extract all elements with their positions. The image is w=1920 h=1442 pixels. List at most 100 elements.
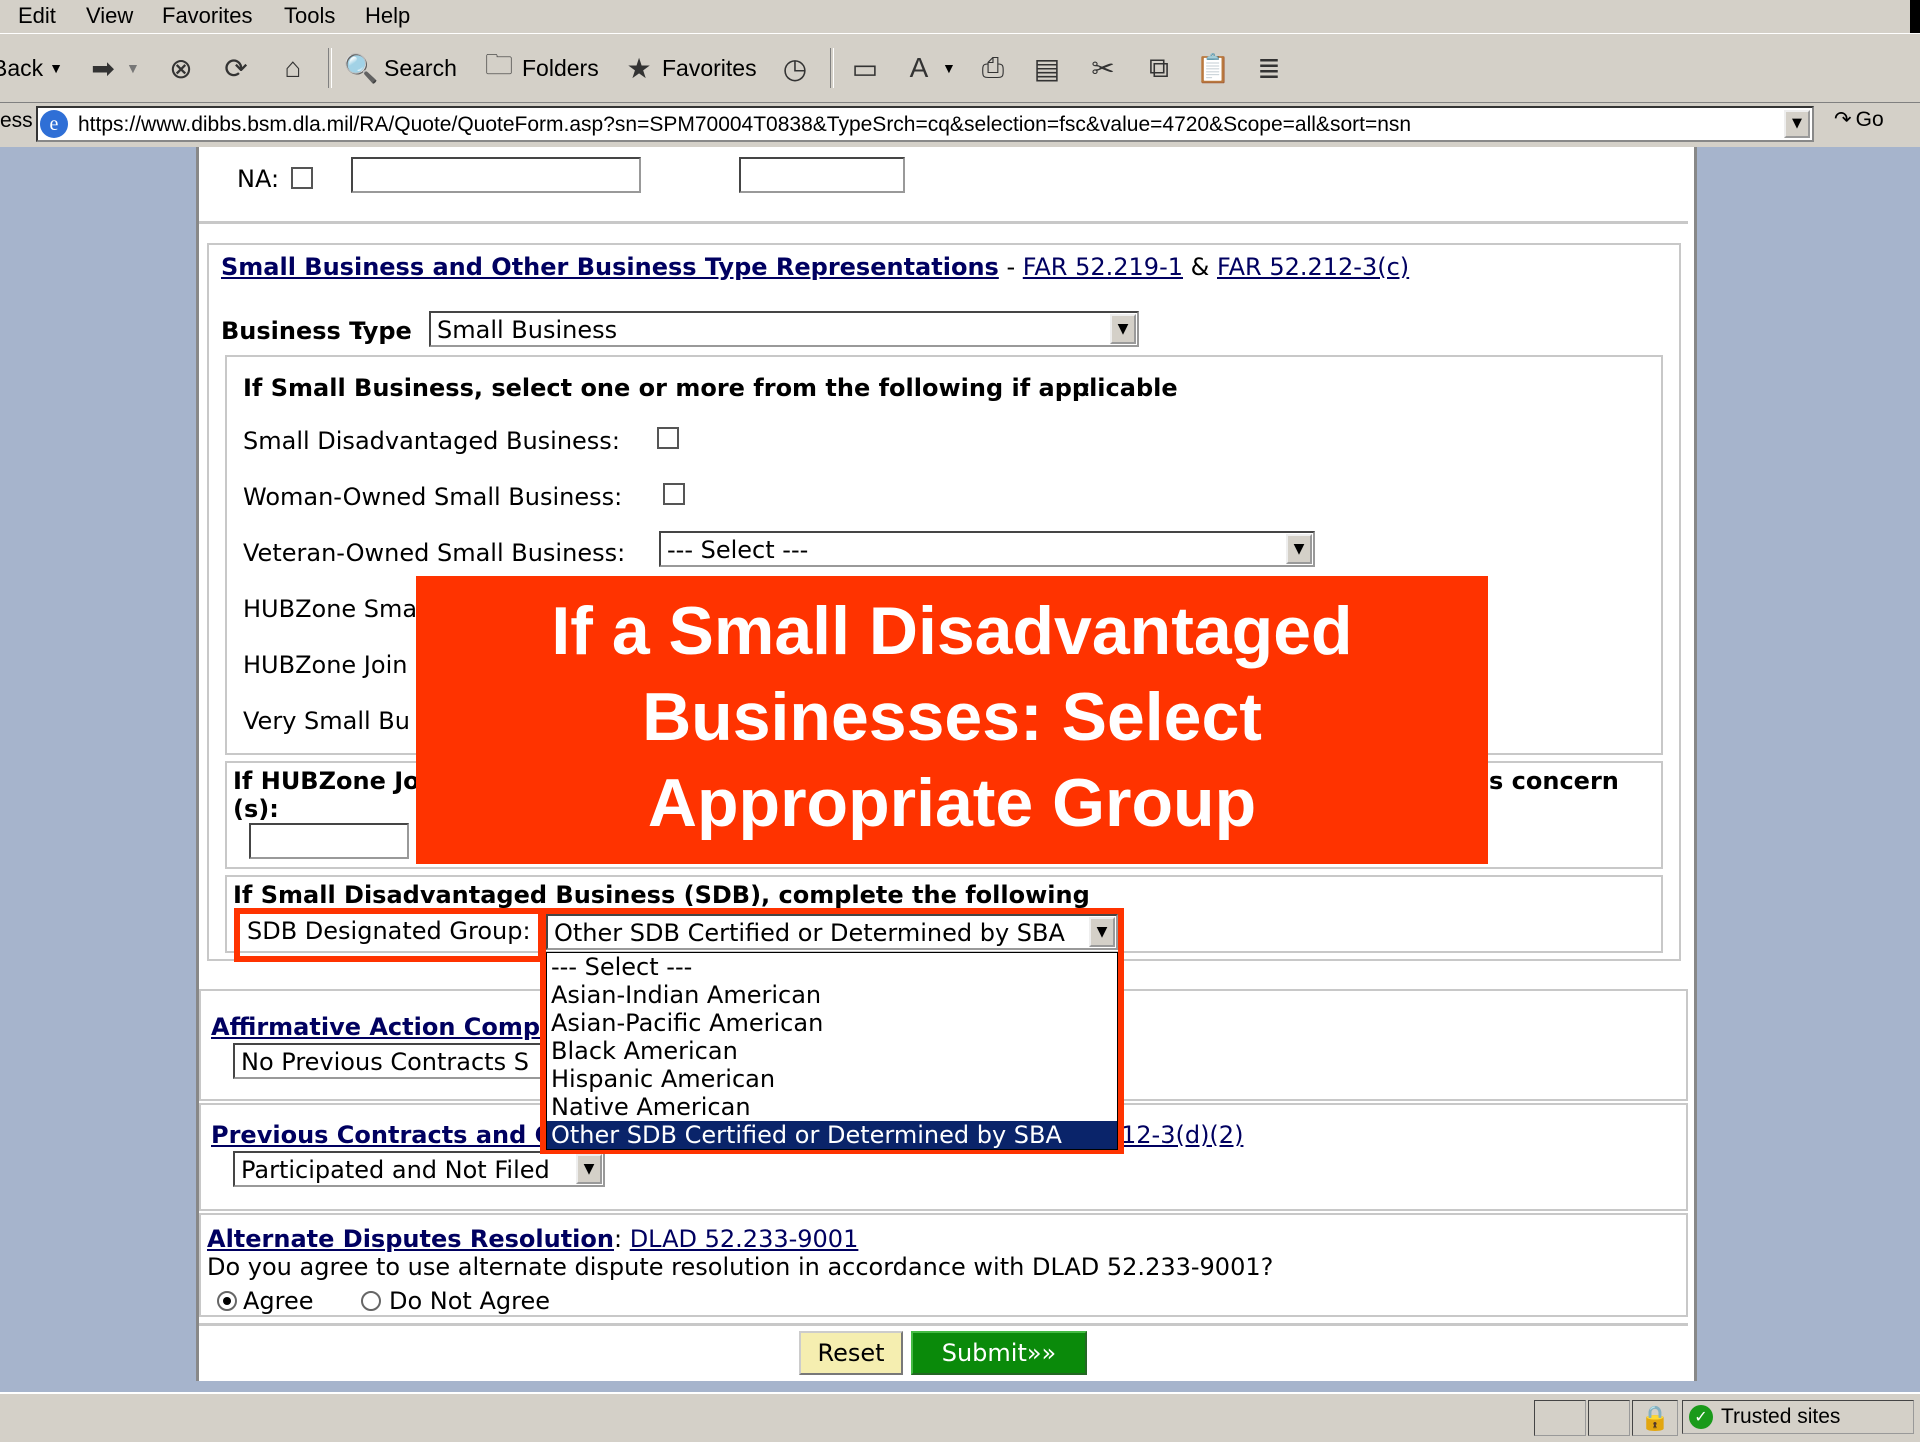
folders-button[interactable]: 🗀 Folders xyxy=(482,48,599,88)
check-icon: ✓ xyxy=(1689,1405,1713,1429)
cut-button[interactable]: ✂ xyxy=(1086,48,1120,88)
wosb-label: Woman-Owned Small Business: xyxy=(243,483,623,511)
vosb-value: --- Select --- xyxy=(667,536,809,564)
menu-help[interactable]: Help xyxy=(365,3,410,29)
sdb-option[interactable]: Asian-Pacific American xyxy=(547,1009,1117,1037)
hubzone-jv-heading-cont: (s): xyxy=(233,795,279,823)
forward-arrow-icon: ➡ xyxy=(91,52,115,84)
discuss-icon: ≣ xyxy=(1257,52,1281,84)
sdb-option[interactable]: Asian-Indian American xyxy=(547,981,1117,1009)
sdb-option[interactable]: Black American xyxy=(547,1037,1117,1065)
font-size-icon: A xyxy=(909,52,929,83)
refresh-icon: ⟳ xyxy=(224,52,248,84)
small-business-heading-row: Small Business and Other Business Type R… xyxy=(221,253,1409,281)
previous-contracts-select[interactable]: Participated and Not Filed ▼ xyxy=(233,1151,605,1187)
wosb-checkbox[interactable] xyxy=(663,483,685,505)
business-type-select[interactable]: Small Business ▼ xyxy=(429,311,1139,347)
history-icon: ◷ xyxy=(782,52,808,84)
do-not-agree-radio[interactable] xyxy=(361,1291,381,1311)
zone-label: Trusted sites xyxy=(1721,1405,1841,1428)
far-52-212-3c-link[interactable]: FAR 52.212-3(c) xyxy=(1217,253,1409,281)
previous-contracts-heading[interactable]: Previous Contracts and C xyxy=(211,1121,552,1149)
adr-question: Do you agree to use alternate dispute re… xyxy=(207,1253,1274,1281)
previous-contracts-value: Participated and Not Filed xyxy=(241,1156,550,1184)
menu-edit[interactable]: Edit xyxy=(18,3,56,29)
folder-icon: 🗀 xyxy=(484,49,513,80)
menu-tools[interactable]: Tools xyxy=(284,3,335,29)
sdb-group-dropdown: --- Select --- Asian-Indian American Asi… xyxy=(546,952,1118,1150)
edit-button[interactable]: ▤ xyxy=(1030,48,1064,88)
ie-page-icon: e xyxy=(40,110,68,138)
reset-button[interactable]: Reset xyxy=(799,1331,903,1375)
menu-favorites[interactable]: Favorites xyxy=(162,3,252,29)
if-sdb-heading: If Small Disadvantaged Business (SDB), c… xyxy=(233,881,1090,909)
callout-banner: If a Small Disadvantaged Businesses: Sel… xyxy=(416,576,1488,864)
far-52-219-1-link[interactable]: FAR 52.219-1 xyxy=(1023,253,1183,281)
affirmative-action-select[interactable]: No Previous Contracts S xyxy=(233,1043,593,1079)
chevron-down-icon: ▼ xyxy=(49,60,63,76)
address-dropdown-icon[interactable]: ▼ xyxy=(1784,110,1810,138)
search-button[interactable]: 🔍 Search xyxy=(344,48,457,88)
discuss-button[interactable]: ≣ xyxy=(1252,48,1286,88)
sdb-checkbox[interactable] xyxy=(657,427,679,449)
copy-icon: ⧉ xyxy=(1149,51,1169,83)
submit-button[interactable]: Submit»» xyxy=(911,1331,1087,1375)
sdb-option[interactable]: --- Select --- xyxy=(547,953,1117,981)
adr-heading[interactable]: Alternate Disputes Resolution xyxy=(207,1225,614,1253)
hubzone-joint-label: HUBZone Join xyxy=(243,651,408,679)
small-business-heading[interactable]: Small Business and Other Business Type R… xyxy=(221,253,999,281)
encoding-button[interactable]: A ▼ xyxy=(902,48,956,88)
sdb-option-selected[interactable]: Other SDB Certified or Determined by SBA xyxy=(547,1121,1117,1149)
menu-bar: Edit View Favorites Tools Help xyxy=(0,0,1920,34)
forward-button[interactable]: ➡ ▼ xyxy=(86,48,140,88)
address-bar: ess e https://www.dibbs.bsm.dla.mil/RA/Q… xyxy=(0,103,1920,147)
history-button[interactable]: ◷ xyxy=(778,48,812,88)
vosb-label: Veteran-Owned Small Business: xyxy=(243,539,626,567)
menu-view[interactable]: View xyxy=(86,3,133,29)
sdb-group-label-highlight xyxy=(234,908,544,962)
separator-text: & xyxy=(1190,253,1210,281)
cut-icon: ✂ xyxy=(1091,52,1115,84)
far-52-212-3d2-link[interactable]: 12-3(d)(2) xyxy=(1121,1121,1243,1149)
chevron-down-icon: ▼ xyxy=(1286,534,1312,564)
adr-heading-row: Alternate Disputes Resolution: DLAD 52.2… xyxy=(207,1225,858,1253)
colon: : xyxy=(356,317,365,345)
colon: : xyxy=(613,1225,630,1253)
sdb-option[interactable]: Native American xyxy=(547,1093,1117,1121)
window-icon: ▭ xyxy=(851,52,879,84)
address-input[interactable]: e https://www.dibbs.bsm.dla.mil/RA/Quote… xyxy=(36,106,1814,142)
status-bar: 🔒 ✓ Trusted sites xyxy=(0,1392,1920,1442)
refresh-button[interactable]: ⟳ xyxy=(219,48,253,88)
favorites-icon: ★ xyxy=(626,52,652,84)
paste-button[interactable]: 📋 xyxy=(1196,48,1231,88)
agree-radio[interactable] xyxy=(217,1291,237,1311)
very-small-business-label: Very Small Bu xyxy=(243,707,410,735)
back-button[interactable]: Back ▼ xyxy=(0,48,63,88)
agree-label: Agree xyxy=(243,1287,314,1315)
chevron-down-icon: ▼ xyxy=(942,60,956,76)
status-panel xyxy=(1534,1400,1586,1436)
home-button[interactable]: ⌂ xyxy=(276,48,310,88)
sdb-group-value: Other SDB Certified or Determined by SBA xyxy=(554,919,1065,947)
hubzone-jv-heading-end: s concern xyxy=(1489,767,1619,795)
copy-button[interactable]: ⧉ xyxy=(1142,48,1176,88)
hubzone-small-label: HUBZone Sma xyxy=(243,595,418,623)
stop-button[interactable]: ⊗ xyxy=(164,48,198,88)
na-text-input-2[interactable] xyxy=(739,157,905,193)
chevron-down-icon: ▼ xyxy=(126,60,140,76)
hubzone-jv-input[interactable] xyxy=(249,823,409,859)
sdb-option[interactable]: Hispanic American xyxy=(547,1065,1117,1093)
go-button[interactable]: ↷ Go xyxy=(1834,107,1884,132)
callout-line-1: If a Small Disadvantaged xyxy=(551,593,1353,669)
na-text-input-1[interactable] xyxy=(351,157,641,193)
na-checkbox[interactable] xyxy=(291,167,313,189)
home-icon: ⌂ xyxy=(284,52,302,83)
fullscreen-button[interactable]: ▭ xyxy=(848,48,882,88)
dlad-link[interactable]: DLAD 52.233-9001 xyxy=(630,1225,859,1253)
sdb-label: Small Disadvantaged Business: xyxy=(243,427,620,455)
sdb-group-select[interactable]: Other SDB Certified or Determined by SBA… xyxy=(546,914,1118,950)
print-button[interactable]: ⎙ xyxy=(976,48,1010,88)
affirmative-action-heading[interactable]: Affirmative Action Compli xyxy=(211,1013,557,1041)
favorites-button[interactable]: ★ Favorites xyxy=(622,48,756,88)
vosb-select[interactable]: --- Select --- ▼ xyxy=(659,531,1315,567)
